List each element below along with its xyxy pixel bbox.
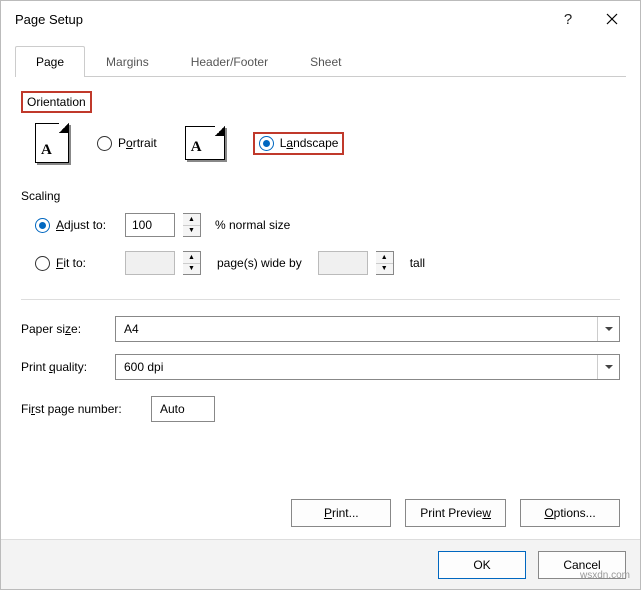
tabstrip: Page Margins Header/Footer Sheet — [15, 45, 626, 77]
print-quality-select[interactable]: 600 dpi — [115, 354, 620, 380]
adjust-to-label: Adjust to: — [56, 218, 106, 232]
tab-page[interactable]: Page — [15, 46, 85, 77]
adjust-to-spinner[interactable]: ▲▼ — [183, 213, 201, 237]
watermark: wsxdn.com — [580, 570, 630, 581]
ok-button[interactable]: OK — [438, 551, 526, 579]
print-quality-label: Print quality: — [21, 360, 115, 374]
first-page-input[interactable] — [151, 396, 215, 422]
portrait-radio[interactable]: Portrait — [97, 136, 157, 151]
fit-mid-label: page(s) wide by — [217, 256, 302, 270]
fit-suffix-label: tall — [410, 256, 425, 270]
landscape-label: Landscape — [280, 136, 339, 150]
radio-icon — [35, 256, 50, 271]
dialog-footer: OK Cancel — [1, 539, 640, 589]
fit-wide-spinner[interactable]: ▲▼ — [183, 251, 201, 275]
tab-header-footer[interactable]: Header/Footer — [170, 46, 289, 77]
paper-size-label: Paper size: — [21, 322, 115, 336]
page-setup-dialog: Page Setup ? Page Margins Header/Footer … — [0, 0, 641, 590]
landscape-radio[interactable]: Landscape — [259, 136, 339, 151]
adjust-to-suffix: % normal size — [215, 218, 290, 232]
radio-icon — [35, 218, 50, 233]
tab-sheet[interactable]: Sheet — [289, 46, 362, 77]
orientation-label: Orientation — [21, 91, 92, 113]
print-preview-button[interactable]: Print Preview — [405, 499, 506, 527]
print-button[interactable]: Print... — [291, 499, 391, 527]
print-quality-value: 600 dpi — [124, 360, 163, 374]
paper-size-value: A4 — [124, 322, 139, 336]
help-button[interactable]: ? — [546, 4, 590, 34]
landscape-icon: A — [185, 126, 225, 160]
radio-icon — [259, 136, 274, 151]
dialog-title: Page Setup — [15, 12, 546, 27]
tab-margins[interactable]: Margins — [85, 46, 170, 77]
paper-size-select[interactable]: A4 — [115, 316, 620, 342]
fit-tall-spinner[interactable]: ▲▼ — [376, 251, 394, 275]
fit-tall-input[interactable] — [318, 251, 368, 275]
adjust-to-input[interactable] — [125, 213, 175, 237]
titlebar: Page Setup ? — [1, 1, 640, 37]
close-button[interactable] — [590, 4, 634, 34]
fit-to-radio[interactable]: Fit to: — [35, 256, 125, 271]
chevron-down-icon — [597, 317, 619, 341]
first-page-label: First page number: — [21, 402, 151, 416]
close-icon — [606, 13, 618, 25]
portrait-icon: A — [35, 123, 69, 163]
fit-to-label: Fit to: — [56, 256, 86, 270]
adjust-to-radio[interactable]: Adjust to: — [35, 218, 125, 233]
radio-icon — [97, 136, 112, 151]
options-button[interactable]: Options... — [520, 499, 620, 527]
scaling-label: Scaling — [21, 189, 620, 203]
chevron-down-icon — [597, 355, 619, 379]
portrait-label: Portrait — [118, 136, 157, 150]
fit-wide-input[interactable] — [125, 251, 175, 275]
